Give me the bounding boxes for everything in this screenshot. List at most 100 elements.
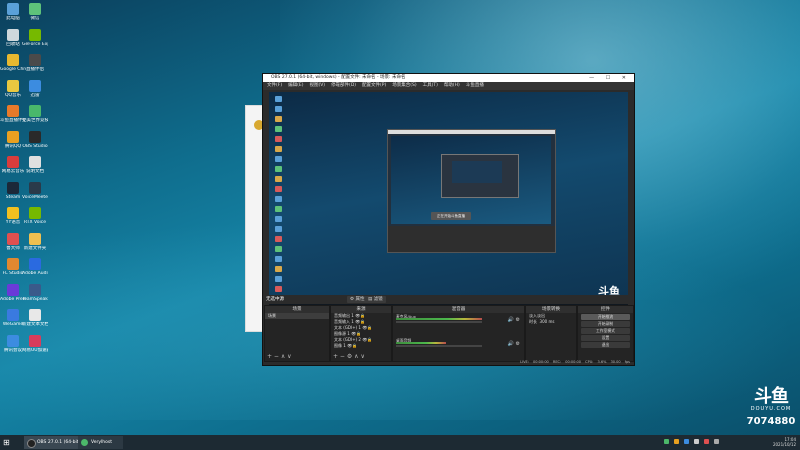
menu-item[interactable]: 帮助(H)	[444, 82, 460, 90]
app-icon	[29, 54, 41, 66]
controls-title: 控件	[578, 306, 633, 313]
visibility-lock-icon[interactable]: 👁🔒	[361, 325, 372, 330]
nested-obs-window: 正在开始斗鱼直播	[387, 129, 556, 253]
app-icon	[7, 156, 19, 168]
obs-window[interactable]: OBS 27.0.1 (64-bit, windows) - 配置文件: 未命名…	[262, 73, 635, 366]
clock-date: 2021/10/12	[772, 442, 796, 447]
mixer-channel[interactable]: 麦克风/Aux 🔊 ⚙	[393, 313, 524, 327]
control-button[interactable]: 工作室模式	[581, 328, 630, 334]
mixer-channel[interactable]: 桌面音频 🔊 ⚙	[393, 337, 524, 351]
app-icon	[29, 232, 41, 245]
desktop-icon-label: 新建文本文档	[22, 322, 48, 327]
desktop-icon-label: 完美世界竞技平台	[22, 118, 48, 123]
controls-dock: 控件 开始推流 开始录制 工作室模式 设置 退出	[577, 305, 634, 362]
menu-item[interactable]: 场景集合(S)	[392, 82, 416, 90]
desktop-icon[interactable]: RTX Voice	[22, 207, 48, 225]
menu-item[interactable]: 斗鱼直播	[466, 82, 484, 90]
desktop-icon[interactable]: GeForce Experience	[22, 28, 48, 47]
transitions-title: 场景转换	[526, 306, 576, 313]
room-number: 7074880	[746, 416, 796, 427]
menu-item[interactable]: 视图(V)	[309, 82, 325, 90]
app-icon	[29, 156, 41, 168]
desktop-icon[interactable]: Adobe Audition	[22, 258, 48, 276]
taskbar-clock[interactable]: 17:04 2021/10/12	[773, 437, 796, 447]
desktop-icon[interactable]: 网易UU加速器	[22, 334, 48, 353]
app-icon	[29, 181, 41, 194]
app-icon	[7, 232, 19, 245]
menu-item[interactable]: 工具(T)	[423, 82, 438, 90]
verylhost-icon	[81, 439, 88, 446]
desktop-icon[interactable]: VoiceMeeter	[22, 181, 48, 200]
mixer-channel-controls[interactable]: 🔊 ⚙	[508, 317, 520, 323]
app-icon	[7, 105, 19, 117]
obs-title-bar[interactable]: OBS 27.0.1 (64-bit, windows) - 配置文件: 未命名…	[263, 74, 634, 82]
preview-desktop-icons	[273, 96, 295, 307]
desktop-icon[interactable]: 说明文档	[22, 156, 48, 174]
tray-app-icon[interactable]	[704, 439, 709, 444]
mixer-dock: 混音器 麦克风/Aux 🔊 ⚙ 桌面音频 🔊 ⚙	[392, 305, 525, 362]
filters-button[interactable]: ▤ 滤镜	[365, 296, 386, 303]
obs-preview[interactable]: 正在开始斗鱼直播 斗鱼	[269, 92, 628, 307]
desktop-icon[interactable]: 完美世界竞技平台	[22, 105, 48, 123]
desktop-icon-label: 说明文档	[26, 169, 44, 174]
desktop-icon-label: 新建文件夹	[23, 245, 47, 251]
preview-toast: 正在开始斗鱼直播	[431, 212, 471, 220]
app-icon	[29, 105, 41, 117]
menu-item[interactable]: 配置文件(P)	[362, 82, 386, 90]
desktop-icon[interactable]: 微信	[22, 3, 48, 21]
control-button[interactable]: 开始推流	[581, 314, 630, 320]
desktop-icon[interactable]: 直播伴侣	[22, 54, 48, 72]
app-icon	[29, 79, 41, 92]
visibility-lock-icon[interactable]: 👁🔒	[354, 319, 365, 324]
app-icon	[7, 258, 19, 270]
desktop-icon[interactable]: OBS Studio	[22, 130, 48, 149]
control-button[interactable]: 退出	[581, 342, 630, 348]
tray-network-icon[interactable]	[684, 439, 689, 444]
desktop-icon-label: TeamSpeak	[22, 296, 48, 302]
menu-item[interactable]: 文件(F)	[267, 82, 282, 90]
transition-duration[interactable]: 时长 300 ms	[526, 319, 576, 325]
app-icon	[29, 130, 41, 143]
visibility-lock-icon[interactable]: 👁🔒	[361, 337, 372, 342]
app-icon	[29, 3, 41, 15]
source-toolbar: 无选中源 ⚙ 属性 ▤ 滤镜	[263, 295, 634, 304]
tray-qq-icon[interactable]	[674, 439, 679, 444]
obs-title: OBS 27.0.1 (64-bit, windows) - 配置文件: 未命名…	[271, 75, 406, 80]
app-icon	[29, 28, 41, 41]
obs-icon	[27, 439, 36, 448]
desktop-icon[interactable]: 新建文本文档	[22, 309, 48, 327]
control-button[interactable]: 设置	[581, 335, 630, 341]
window-controls[interactable]: — ☐ ✕	[589, 74, 631, 82]
desktop-icon-label: GeForce Experience	[22, 41, 48, 47]
tray-ime-icon[interactable]	[714, 439, 719, 444]
menu-item[interactable]: 停靠部件(D)	[331, 82, 356, 90]
desktop-icon-label: Adobe Audition	[22, 271, 48, 276]
app-icon	[29, 283, 41, 296]
mixer-channel-controls[interactable]: 🔊 ⚙	[508, 341, 520, 347]
obs-menu-bar: 文件(F) 编辑(E) 视图(V) 停靠部件(D) 配置文件(P) 场景集合(S) 工具(T…	[263, 82, 634, 90]
control-button[interactable]: 开始录制	[581, 321, 630, 327]
windows-start-icon[interactable]: ⊞	[3, 438, 12, 447]
sources-dock: 来源 音频输出 1 👁🔒 音频输入 1 👁🔒 文本 (GDI+) 1 👁🔒 图像源 1…	[330, 305, 392, 362]
app-icon	[7, 334, 19, 347]
scene-item[interactable]: 场景	[265, 313, 329, 319]
menu-item[interactable]: 编辑(E)	[288, 82, 303, 90]
app-icon	[29, 334, 41, 347]
desktop-icon-label: VoiceMeeter	[22, 194, 48, 200]
visibility-lock-icon[interactable]: 👁🔒	[354, 313, 365, 318]
desktop-icon-label: 直播伴侣	[26, 67, 44, 72]
desktop-icon[interactable]: TeamSpeak	[22, 283, 48, 302]
desktop-icon[interactable]: 迅雷	[22, 79, 48, 98]
visibility-lock-icon[interactable]: 👁🔒	[346, 343, 357, 348]
visibility-lock-icon[interactable]: 👁🔒	[350, 331, 361, 336]
tray-volume-icon[interactable]	[694, 439, 699, 444]
app-icon	[7, 3, 19, 15]
source-item[interactable]: 图像 1 👁🔒	[331, 343, 391, 349]
desktop-icon[interactable]: 新建文件夹	[22, 232, 48, 251]
no-source-label: 无选中源	[266, 297, 284, 302]
app-icon	[7, 79, 19, 92]
tray-wechat-icon[interactable]	[664, 439, 669, 444]
obs-status-bar: LIVE: 00:00:00 REC: 00:00:00 CPU: 3.6% 3…	[520, 360, 630, 364]
mixer-title: 混音器	[393, 306, 524, 313]
taskbar-app-verylhost[interactable]: Verylhost	[78, 436, 123, 449]
